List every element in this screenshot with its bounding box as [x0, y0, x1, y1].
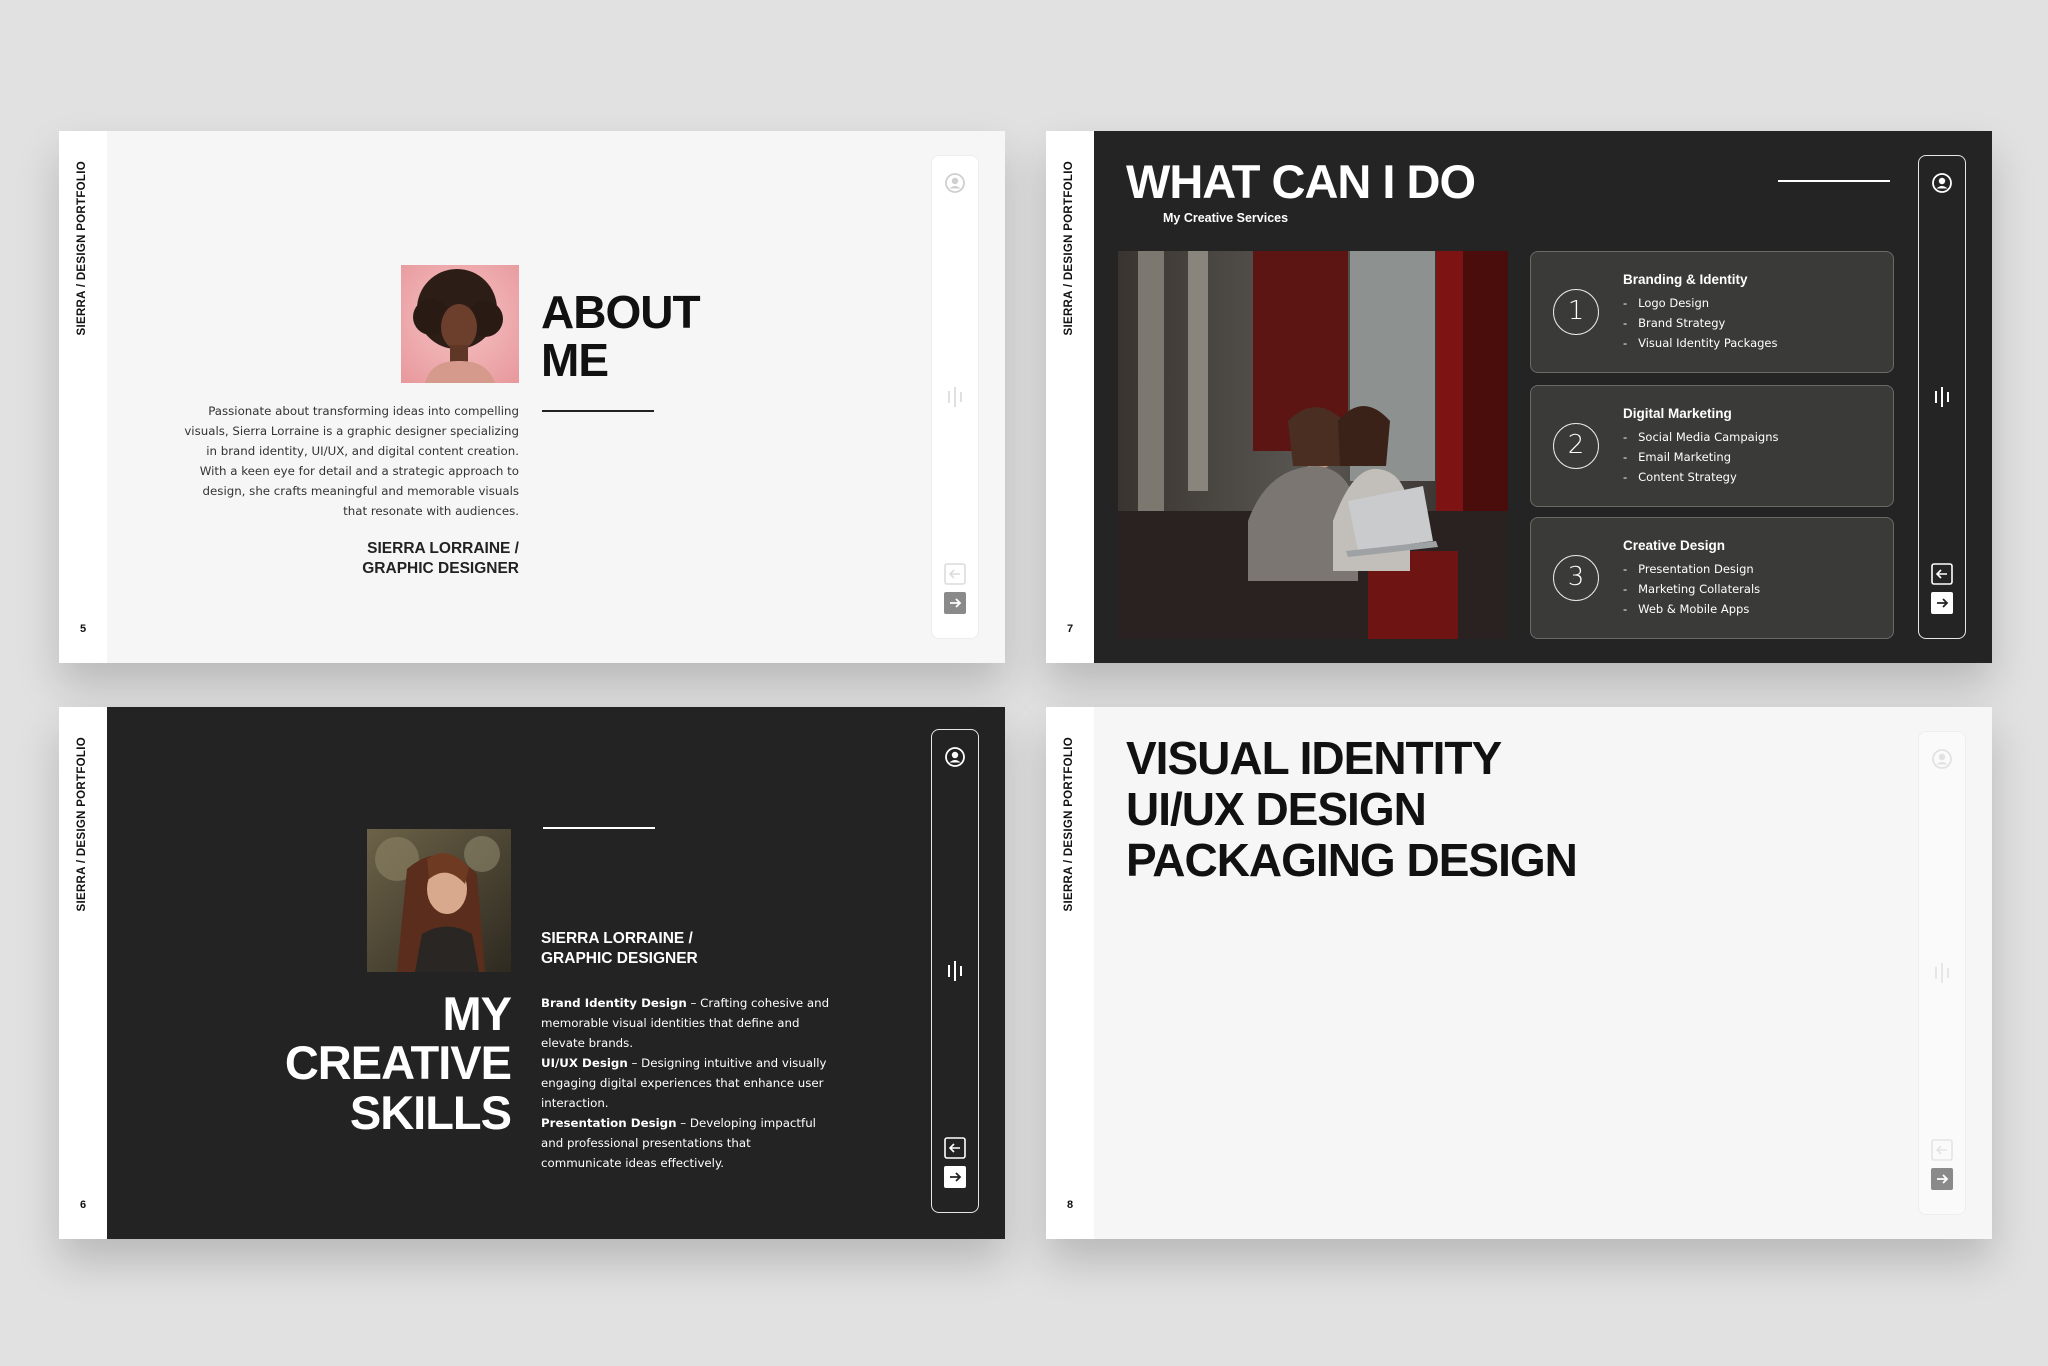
arrow-right-icon[interactable]: [944, 1166, 966, 1192]
arrow-right-icon[interactable]: [1931, 1168, 1953, 1194]
signature: SIERRA LORRAINE / GRAPHIC DESIGNER: [362, 540, 519, 577]
nav-panel: [1918, 731, 1966, 1215]
skill-item: Presentation Design – Developing impactf…: [541, 1116, 816, 1170]
side-label: SIERRA / DESIGN PORTFOLIO: [1063, 161, 1075, 336]
nav-panel: [931, 729, 979, 1213]
user-circle-icon[interactable]: [944, 172, 966, 198]
user-circle-icon[interactable]: [944, 746, 966, 772]
nav-panel: [1918, 155, 1966, 639]
service-list: - Social Media Campaigns - Email Marketi…: [1623, 427, 1778, 487]
side-strip: SIERRA / DESIGN PORTFOLIO 7: [1046, 131, 1094, 663]
list-item: - Social Media Campaigns: [1623, 430, 1779, 444]
service-list: - Logo Design - Brand Strategy - Visual …: [1623, 293, 1778, 353]
page-number: 8: [1066, 1199, 1074, 1211]
side-label: SIERRA / DESIGN PORTFOLIO: [76, 737, 88, 912]
page-number: 7: [1066, 623, 1074, 635]
slide-visual-identity[interactable]: SIERRA / DESIGN PORTFOLIO 8 VISUAL IDENT…: [1046, 707, 1992, 1239]
portrait-photo: [367, 829, 511, 972]
side-label: SIERRA / DESIGN PORTFOLIO: [1063, 737, 1075, 912]
list-item: - Logo Design: [1623, 296, 1710, 310]
audio-bars-icon[interactable]: [946, 386, 964, 412]
bio-paragraph: Passionate about transforming ideas into…: [184, 404, 519, 518]
arrow-left-icon[interactable]: [1931, 1139, 1953, 1165]
skills-title: MY CREATIVE SKILLS: [284, 987, 512, 1139]
services-subtitle: My Creative Services: [1163, 211, 1289, 225]
services-title: WHAT CAN I DO: [1126, 155, 1476, 208]
side-strip: SIERRA / DESIGN PORTFOLIO 8: [1046, 707, 1094, 1239]
nav-panel: [931, 155, 979, 639]
page-number: 6: [79, 1199, 87, 1211]
audio-bars-icon[interactable]: [1933, 962, 1951, 988]
arrow-left-icon[interactable]: [1931, 563, 1953, 589]
arrow-left-icon[interactable]: [944, 563, 966, 589]
service-title: Creative Design: [1623, 538, 1726, 553]
side-strip: SIERRA / DESIGN PORTFOLIO 6: [59, 707, 107, 1239]
number-circle: 2: [1553, 423, 1599, 469]
side-label: SIERRA / DESIGN PORTFOLIO: [76, 161, 88, 336]
list-item: - Visual Identity Packages: [1623, 336, 1778, 350]
arrow-left-icon[interactable]: [944, 1137, 966, 1163]
number-circle: 3: [1553, 555, 1599, 601]
skill-item: UI/UX Design – Designing intuitive and v…: [541, 1056, 827, 1110]
slide-about-me[interactable]: SIERRA / DESIGN PORTFOLIO 5 ABOUT ME Pas…: [59, 131, 1005, 663]
service-card[interactable]: 1 Branding & Identity - Logo Design - Br…: [1530, 251, 1894, 373]
service-card[interactable]: 2 Digital Marketing - Social Media Campa…: [1530, 385, 1894, 507]
service-title: Digital Marketing: [1623, 406, 1732, 421]
categories-heading: VISUAL IDENTITY UI/UX DESIGN PACKAGING D…: [1126, 732, 1578, 886]
user-circle-icon[interactable]: [1931, 172, 1953, 198]
about-title: ABOUT ME: [541, 286, 701, 387]
service-title: Branding & Identity: [1623, 272, 1748, 287]
audio-bars-icon[interactable]: [1933, 386, 1951, 412]
audio-bars-icon[interactable]: [946, 960, 964, 986]
service-list: - Presentation Design - Marketing Collat…: [1623, 559, 1760, 619]
list-item: - Web & Mobile Apps: [1623, 602, 1750, 616]
page-number: 5: [79, 623, 87, 635]
list-item: - Brand Strategy: [1623, 316, 1726, 330]
side-strip: SIERRA / DESIGN PORTFOLIO 5: [59, 131, 107, 663]
user-circle-icon[interactable]: [1931, 748, 1953, 774]
skills-list: Brand Identity Design – Crafting cohesiv…: [541, 993, 831, 1173]
title-rule: [543, 827, 655, 829]
title-underline: [542, 410, 654, 412]
portrait-photo: [401, 265, 519, 383]
number-circle: 1: [1553, 289, 1599, 335]
arrow-right-icon[interactable]: [944, 592, 966, 618]
list-item: - Presentation Design: [1623, 562, 1754, 576]
signature: SIERRA LORRAINE / GRAPHIC DESIGNER: [541, 930, 698, 967]
service-card[interactable]: 3 Creative Design - Presentation Design …: [1530, 517, 1894, 639]
slide-what-can-i-do[interactable]: SIERRA / DESIGN PORTFOLIO 7 WHAT CAN I D…: [1046, 131, 1992, 663]
cafe-photo: [1118, 251, 1508, 639]
title-rule: [1778, 180, 1890, 182]
list-item: - Content Strategy: [1623, 470, 1737, 484]
slide-creative-skills[interactable]: SIERRA / DESIGN PORTFOLIO 6 SIERRA LORRA…: [59, 707, 1005, 1239]
list-item: - Marketing Collaterals: [1623, 582, 1761, 596]
arrow-right-icon[interactable]: [1931, 592, 1953, 618]
skill-item: Brand Identity Design – Crafting cohesiv…: [541, 996, 830, 1050]
list-item: - Email Marketing: [1623, 450, 1732, 464]
